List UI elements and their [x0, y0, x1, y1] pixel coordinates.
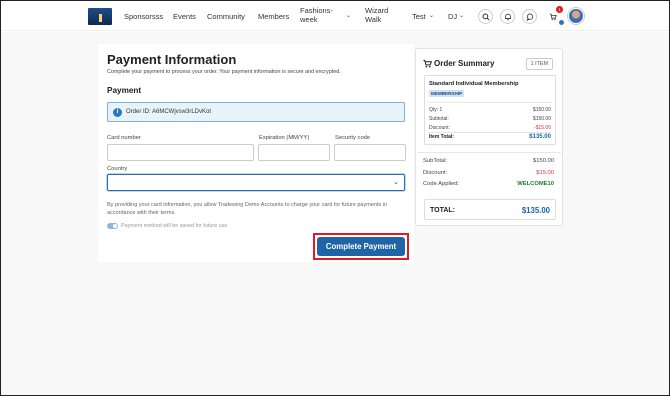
subtotal-value: $150.00 — [532, 116, 551, 122]
country-label: Country — [107, 166, 128, 172]
bell-icon[interactable] — [500, 9, 515, 24]
page-title: Payment Information — [107, 52, 237, 67]
nav-community[interactable]: Community — [207, 12, 245, 21]
card-number-label: Card number — [107, 135, 141, 141]
outer-subtotal-label: SubTotal: — [423, 158, 448, 164]
code-applied-value: WELCOME10 — [517, 181, 554, 187]
subtotal-row: Subtotal: $150.00 — [429, 116, 551, 122]
discount-row: Discount: -$15.00 — [429, 125, 551, 131]
country-select[interactable]: ⌄ — [107, 174, 405, 191]
total-box: TOTAL: $135.00 — [424, 199, 556, 220]
nav-dj[interactable]: DJ — [448, 12, 457, 21]
section-title: Payment — [107, 86, 142, 95]
divider — [428, 132, 552, 133]
total-label: TOTAL: — [430, 207, 456, 214]
security-code-label: Security code — [335, 135, 371, 141]
outer-discount-value: $15.00 — [536, 170, 554, 176]
chevron-down-icon[interactable]: ⌄ — [429, 12, 434, 19]
subtotal-label: Subtotal: — [429, 116, 449, 122]
code-applied-label: Code Applied: — [423, 181, 460, 187]
order-id-text: Order ID: A6MCWjvsw3rLDvKot — [126, 109, 212, 115]
chat-icon[interactable] — [522, 9, 537, 24]
line-item-card: Standard Individual Membership MEMBERSHI… — [424, 75, 556, 145]
order-id-banner: i Order ID: A6MCWjvsw3rLDvKot — [107, 102, 405, 122]
info-icon: i — [113, 108, 122, 117]
nav-sponsorsss[interactable]: Sponsorsss — [124, 12, 163, 21]
product-name: Standard Individual Membership — [429, 81, 519, 87]
discount-value: -$15.00 — [534, 125, 551, 131]
item-total-value: $135.00 — [529, 134, 551, 140]
membership-tag: MEMBERSHIP — [429, 90, 465, 97]
item-total-label: Item Total: — [429, 134, 454, 140]
save-payment-label: Payment method will be saved for future … — [121, 223, 228, 229]
outer-discount-row: Discount: $15.00 — [423, 170, 554, 176]
divider — [428, 102, 552, 103]
cart-count-badge: 1 — [556, 6, 563, 13]
nav-wizard-line2: Walk — [365, 15, 382, 24]
avatar[interactable] — [568, 8, 584, 24]
search-icon[interactable] — [478, 9, 493, 24]
total-value: $135.00 — [521, 206, 550, 215]
nav-events[interactable]: Events — [173, 12, 196, 21]
outer-subtotal-value: $150.00 — [533, 158, 554, 164]
qty-row: Qty: 1 $150.00 — [429, 107, 551, 113]
expiration-input[interactable] — [258, 144, 330, 161]
nav-wizard-walk[interactable]: Wizard Walk — [365, 6, 388, 24]
complete-payment-button[interactable]: Complete Payment — [317, 237, 405, 256]
chevron-down-icon[interactable]: ⌄ — [346, 12, 351, 19]
divider — [417, 152, 561, 153]
expiration-label: Expiration (MM/YY) — [259, 135, 310, 141]
nav-fashions-line1: Fashions- — [300, 6, 333, 15]
nav-test[interactable]: Test — [412, 12, 426, 21]
nav-members[interactable]: Members — [258, 12, 289, 21]
save-payment-toggle[interactable] — [107, 223, 118, 229]
page-subtitle: Complete your payment to process your or… — [107, 69, 341, 75]
order-summary-panel: Order Summary 1 ITEM Standard Individual… — [415, 48, 563, 226]
card-number-input[interactable] — [107, 144, 254, 161]
top-navigation: Sponsorsss Events Community Members Fash… — [1, 1, 669, 31]
outer-subtotal-row: SubTotal: $150.00 — [423, 158, 554, 164]
code-applied-row: Code Applied: WELCOME10 — [423, 181, 554, 187]
item-total-row: Item Total: $135.00 — [429, 134, 551, 140]
status-dot — [559, 20, 564, 25]
order-summary-title: Order Summary — [434, 59, 495, 68]
nav-wizard-line1: Wizard — [365, 6, 389, 15]
chevron-down-icon[interactable]: ⌄ — [459, 12, 464, 19]
nav-fashions-line2: week — [300, 15, 318, 24]
item-count-badge: 1 ITEM — [525, 58, 553, 70]
chevron-down-icon: ⌄ — [393, 179, 399, 186]
cart-icon — [423, 59, 432, 68]
qty-value: $150.00 — [532, 107, 551, 113]
security-code-input[interactable] — [334, 144, 406, 161]
outer-discount-label: Discount: — [423, 170, 448, 176]
qty-label: Qty: 1 — [429, 107, 443, 113]
discount-label: Discount: — [429, 125, 450, 131]
consent-text: By providing your card information, you … — [107, 202, 388, 216]
site-logo[interactable] — [88, 8, 112, 25]
nav-fashions-week[interactable]: Fashions- week — [300, 6, 333, 24]
